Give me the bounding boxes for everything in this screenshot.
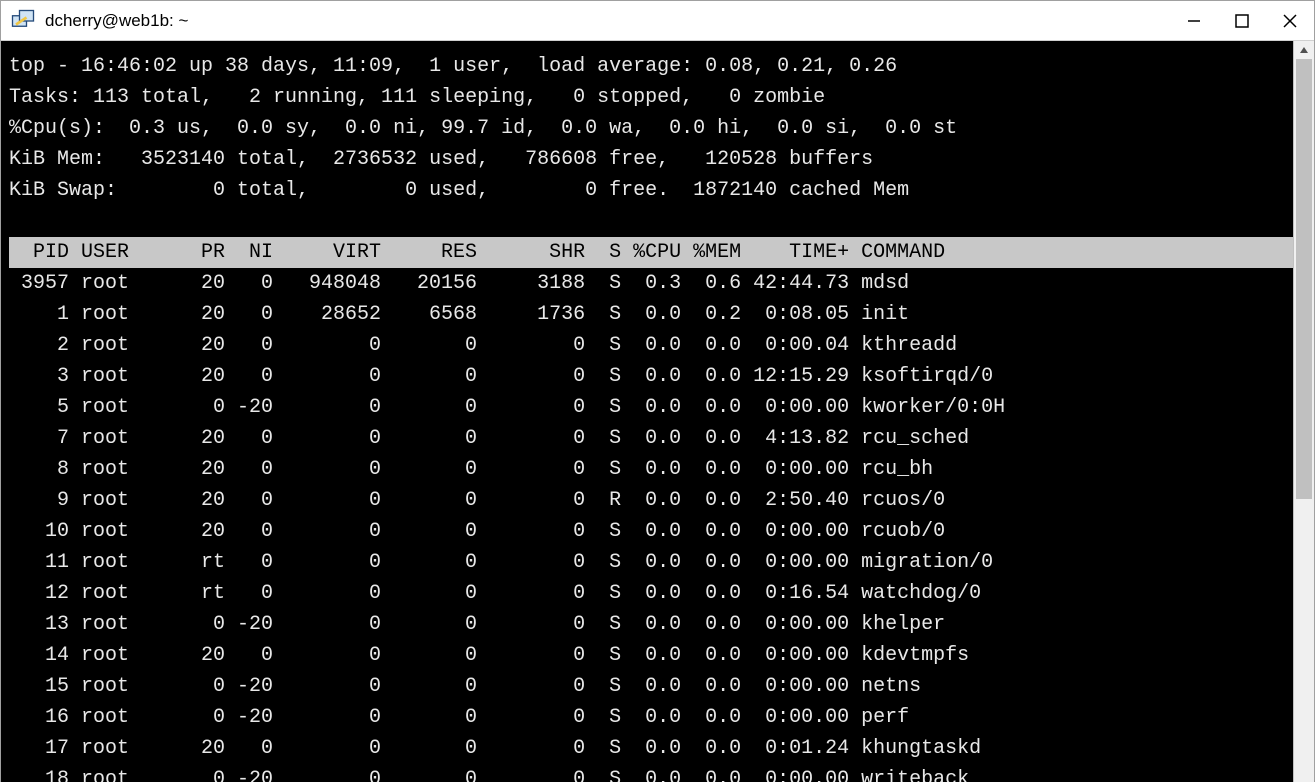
process-row: 10 root200 0 0 0 S 0.0 0.00:00.00 rcuob/… xyxy=(9,516,1293,547)
summary-line: %Cpu(s): 0.3 us, 0.0 sy, 0.0 ni, 99.7 id… xyxy=(9,113,1293,144)
putty-icon xyxy=(9,7,37,35)
process-row: 1 root200 28652 6568 1736 S 0.0 0.20:08.… xyxy=(9,299,1293,330)
blank-line xyxy=(9,206,1293,237)
scroll-down-button[interactable] xyxy=(1294,777,1304,782)
process-row: 5 root0-20 0 0 0 S 0.0 0.00:00.00 kworke… xyxy=(9,392,1293,423)
terminal-output[interactable]: top - 16:46:02 up 38 days, 11:09, 1 user… xyxy=(1,41,1293,782)
process-row: 15 root0-20 0 0 0 S 0.0 0.00:00.00 netns xyxy=(9,671,1293,702)
terminal-window: dcherry@web1b: ~ top - 16:46:02 up 38 da… xyxy=(0,0,1315,782)
process-table-header: PID USERPRNI VIRT RES SHR S %CPU %MEMTIM… xyxy=(9,237,1293,268)
process-row: 3 root200 0 0 0 S 0.0 0.012:15.29 ksofti… xyxy=(9,361,1293,392)
window-title: dcherry@web1b: ~ xyxy=(45,11,188,31)
process-row: 8 root200 0 0 0 S 0.0 0.00:00.00 rcu_bh xyxy=(9,454,1293,485)
close-button[interactable] xyxy=(1266,1,1314,41)
window-body: top - 16:46:02 up 38 days, 11:09, 1 user… xyxy=(1,41,1314,782)
process-row: 14 root200 0 0 0 S 0.0 0.00:00.00 kdevtm… xyxy=(9,640,1293,671)
titlebar[interactable]: dcherry@web1b: ~ xyxy=(1,1,1314,41)
scrollbar[interactable] xyxy=(1293,41,1314,782)
summary-line: Tasks: 113 total, 2 running, 111 sleepin… xyxy=(9,82,1293,113)
summary-line: KiB Swap: 0 total, 0 used, 0 free. 18721… xyxy=(9,175,1293,206)
process-row: 9 root200 0 0 0 R 0.0 0.02:50.40 rcuos/0 xyxy=(9,485,1293,516)
process-row: 2 root200 0 0 0 S 0.0 0.00:00.04 kthread… xyxy=(9,330,1293,361)
process-row: 11 rootrt0 0 0 0 S 0.0 0.00:00.00 migrat… xyxy=(9,547,1293,578)
summary-line: KiB Mem: 3523140 total, 2736532 used, 78… xyxy=(9,144,1293,175)
process-row: 3957 root200 948048 20156 3188 S 0.3 0.6… xyxy=(9,268,1293,299)
process-row: 18 root0-20 0 0 0 S 0.0 0.00:00.00 write… xyxy=(9,764,1293,782)
scrollbar-thumb[interactable] xyxy=(1296,59,1312,499)
process-row: 12 rootrt0 0 0 0 S 0.0 0.00:16.54 watchd… xyxy=(9,578,1293,609)
minimize-button[interactable] xyxy=(1170,1,1218,41)
process-row: 17 root200 0 0 0 S 0.0 0.00:01.24 khungt… xyxy=(9,733,1293,764)
summary-line: top - 16:46:02 up 38 days, 11:09, 1 user… xyxy=(9,51,1293,82)
maximize-button[interactable] xyxy=(1218,1,1266,41)
process-row: 7 root200 0 0 0 S 0.0 0.04:13.82 rcu_sch… xyxy=(9,423,1293,454)
process-row: 16 root0-20 0 0 0 S 0.0 0.00:00.00 perf xyxy=(9,702,1293,733)
scroll-up-button[interactable] xyxy=(1294,41,1314,59)
process-row: 13 root0-20 0 0 0 S 0.0 0.00:00.00 khelp… xyxy=(9,609,1293,640)
